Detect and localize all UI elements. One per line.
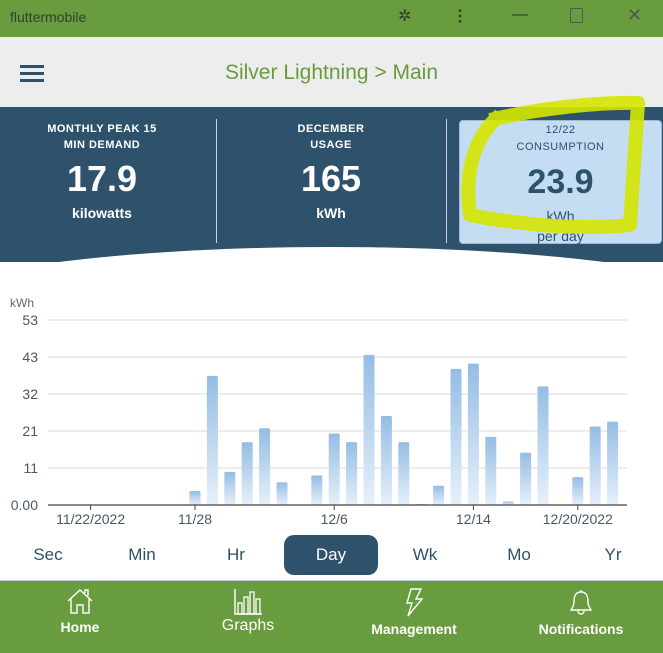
bar-12/15 xyxy=(485,436,497,505)
stat-value: 165 xyxy=(300,158,362,199)
home-icon xyxy=(67,589,93,614)
bar-11/30 xyxy=(224,471,236,505)
y-tick-label: 32 xyxy=(22,386,38,402)
tab-hr[interactable]: Hr xyxy=(189,535,283,575)
stat-peak-demand: MONTHLY PEAK 15 MIN DEMAND 17.9 kilowatt… xyxy=(0,121,207,221)
nav-label: Management xyxy=(371,621,457,637)
nav-label: Home xyxy=(60,619,100,635)
app-bar: Silver Lightning > Main xyxy=(0,37,663,107)
banner-curve xyxy=(0,247,663,262)
bar-12/2 xyxy=(259,428,271,505)
bar-12/14 xyxy=(467,363,479,505)
bar-12/22 xyxy=(607,421,619,505)
tab-wk[interactable]: Wk xyxy=(378,535,472,575)
x-tick-label: 12/14 xyxy=(456,511,491,527)
maximize-icon[interactable] xyxy=(570,8,583,23)
y-tick-label: 53 xyxy=(22,312,38,328)
stat-value: 17.9 xyxy=(66,158,138,199)
bar-chart-icon xyxy=(234,589,262,615)
stat-month-usage: DECEMBER USAGE 165 kWh xyxy=(226,121,436,221)
stat-label: 12/22 xyxy=(545,124,576,136)
y-tick-label: 43 xyxy=(22,349,38,365)
x-tick-label: 12/6 xyxy=(321,511,348,527)
page-title: Silver Lightning > Main xyxy=(224,61,439,84)
usage-bar-chart: kWh 0.00 11 21 32 43 53 11/22/2022 11/28 12/6 12/… xyxy=(10,296,627,527)
nav-label: Notifications xyxy=(538,621,624,637)
bar-11/29 xyxy=(206,375,218,505)
minimize-icon[interactable]: — xyxy=(512,6,528,24)
more-vert-icon[interactable]: ⋮ xyxy=(452,6,468,26)
stats-banner: MONTHLY PEAK 15 MIN DEMAND 17.9 kilowatt… xyxy=(0,107,663,262)
stat-label: MIN DEMAND xyxy=(63,139,141,151)
x-tick-label: 12/20/2022 xyxy=(543,511,613,527)
stat-unit: kWh xyxy=(316,205,346,221)
tab-sec[interactable]: Sec xyxy=(1,535,95,575)
nav-home[interactable]: Home xyxy=(0,587,160,635)
y-tick-label: 0.00 xyxy=(11,497,38,513)
x-tick-label: 11/28 xyxy=(178,511,212,527)
divider xyxy=(446,119,447,243)
stat-label: MONTHLY PEAK 15 xyxy=(47,123,157,135)
bar-12/18 xyxy=(537,386,549,505)
bell-icon xyxy=(569,590,593,615)
stat-value: 23.9 xyxy=(527,163,594,201)
nav-label: Graphs xyxy=(221,617,275,634)
y-tick-label: 11 xyxy=(23,460,38,476)
bar-12/1 xyxy=(241,442,253,505)
x-tick-label: 11/22/2022 xyxy=(56,511,125,527)
stat-label: USAGE xyxy=(310,139,352,151)
stat-unit: kWh xyxy=(546,208,575,224)
nav-graphs[interactable]: Graphs xyxy=(168,587,328,635)
window-title: fluttermobile xyxy=(10,9,87,25)
tab-min[interactable]: Min xyxy=(95,535,189,575)
y-axis-label: kWh xyxy=(10,296,34,310)
stat-label: DECEMBER xyxy=(297,123,365,135)
divider xyxy=(216,119,217,243)
tab-yr[interactable]: Yr xyxy=(566,535,660,575)
bottom-nav: Home Graphs Management Notifications xyxy=(0,580,663,653)
bar-12/21 xyxy=(589,426,601,505)
puzzle-icon[interactable]: ✲ xyxy=(398,6,411,26)
stat-daily-consumption[interactable]: 12/22 CONSUMPTION 23.9 kWh per day xyxy=(459,120,662,244)
stat-label: CONSUMPTION xyxy=(516,141,605,153)
lightning-icon xyxy=(406,588,424,617)
stat-unit: per day xyxy=(537,228,584,244)
bar-12/17 xyxy=(520,452,532,505)
bar-12/12 xyxy=(433,485,445,505)
close-icon[interactable]: ✕ xyxy=(627,5,642,26)
bar-12/6 xyxy=(328,433,340,505)
bar-12/7 xyxy=(346,442,358,505)
bar-12/8 xyxy=(363,354,375,505)
window-titlebar: fluttermobile ✲ ⋮ — ✕ xyxy=(0,0,663,37)
interval-tabs: Sec Min Hr Day Wk Mo Yr xyxy=(0,535,663,577)
tab-mo[interactable]: Mo xyxy=(472,535,566,575)
stat-unit: kilowatts xyxy=(72,205,132,221)
bar-12/5 xyxy=(311,475,323,505)
bar-12/20 xyxy=(572,477,584,505)
nav-management[interactable]: Management xyxy=(334,587,494,637)
y-tick-label: 21 xyxy=(22,423,38,439)
tab-day[interactable]: Day xyxy=(284,535,378,575)
bar-11/28 xyxy=(189,491,201,505)
bar-12/9 xyxy=(380,415,392,505)
nav-notifications[interactable]: Notifications xyxy=(501,587,661,637)
bar-12/10 xyxy=(398,442,410,505)
bar-12/13 xyxy=(450,368,462,505)
bar-12/3 xyxy=(276,482,288,505)
